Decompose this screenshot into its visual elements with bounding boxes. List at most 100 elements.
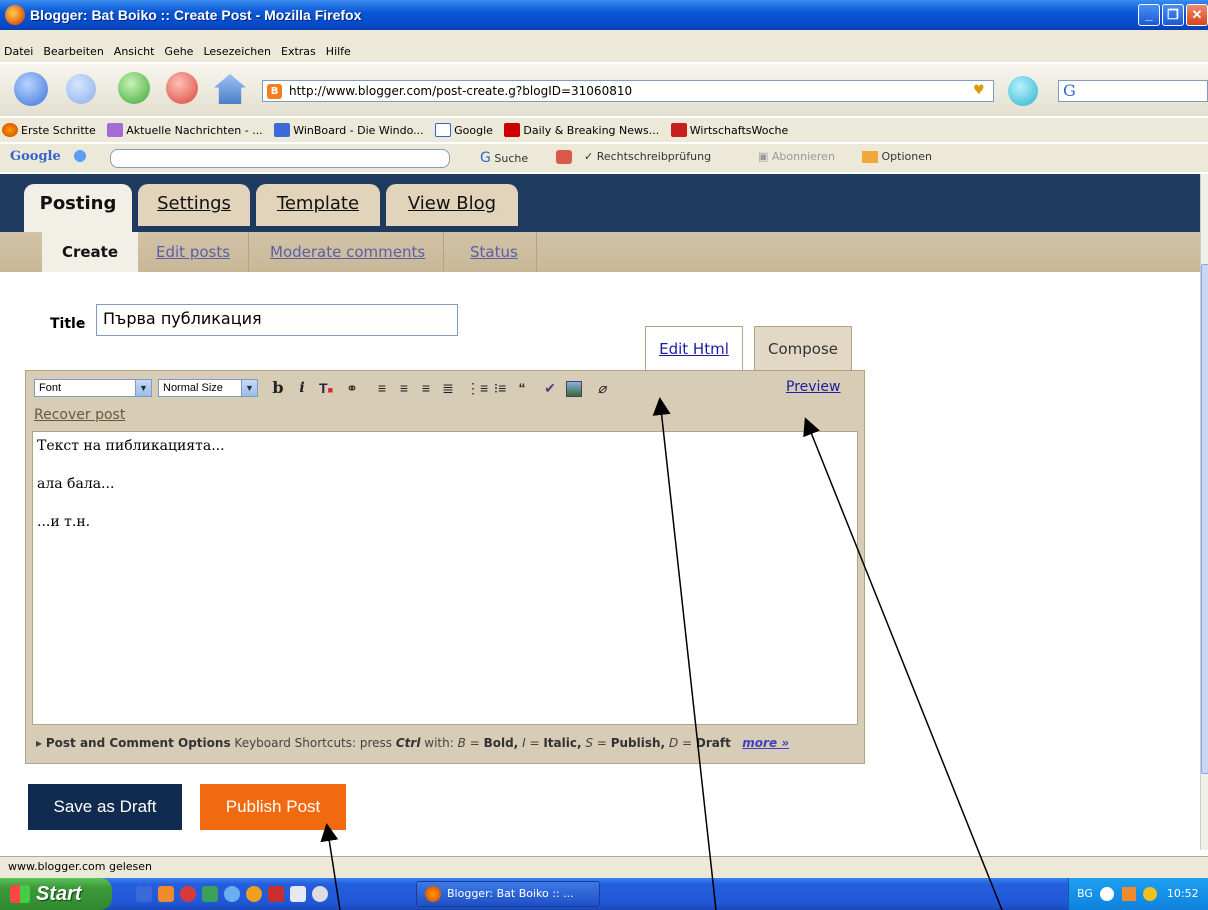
editor-toolbar: Font ▼ Normal Size ▼ b i T■ ⚭ ≡ ≡ ≡ ≣ ⋮≡ ⁝… [26, 371, 864, 411]
spellcheck-icon[interactable]: ✔ [540, 377, 560, 399]
save-draft-button[interactable]: Save as Draft [28, 784, 182, 830]
subtab-edit-posts[interactable]: Edit posts [138, 232, 250, 272]
google-g-icon: G [480, 150, 491, 166]
window-title: Blogger: Bat Boiko :: Create Post - Mozi… [30, 7, 362, 23]
start-button[interactable]: Start [0, 878, 112, 910]
blockquote-icon[interactable]: “ [512, 377, 532, 399]
publish-post-button[interactable]: Publish Post [200, 784, 346, 830]
bookmarks-toolbar: Erste Schritte Aktuelle Nachrichten - ..… [0, 118, 1208, 142]
quicklaunch-icon[interactable] [290, 886, 306, 902]
bookmark-item[interactable]: Erste Schritte [0, 118, 96, 142]
menu-lesezeichen[interactable]: Lesezeichen [203, 42, 271, 62]
tray-app-icon[interactable] [1121, 887, 1136, 901]
tray-app-icon[interactable] [1143, 887, 1158, 901]
quicklaunch-icon[interactable] [312, 886, 328, 902]
home-icon[interactable] [214, 74, 246, 104]
more-shortcuts-link[interactable]: more » [742, 736, 789, 750]
post-title-input[interactable]: Първа публикация [96, 304, 458, 336]
status-bar: www.blogger.com gelesen [0, 856, 1208, 878]
language-indicator[interactable]: BG [1077, 887, 1093, 900]
vertical-scrollbar[interactable] [1200, 174, 1208, 850]
blogger-tab-bar: Posting Settings Template View Blog [0, 174, 1200, 232]
go-button[interactable] [1008, 76, 1038, 106]
reload-button[interactable] [118, 72, 150, 104]
maximize-button[interactable]: ❐ [1162, 4, 1184, 26]
options-button[interactable]: Optionen [862, 150, 932, 163]
chevron-down-icon: ▼ [135, 380, 151, 396]
google-menu-icon[interactable] [74, 150, 86, 162]
subtab-moderate-comments[interactable]: Moderate comments [252, 232, 445, 272]
firefox-icon [425, 886, 441, 902]
bookmark-item[interactable]: Daily & Breaking News... [502, 118, 659, 142]
menu-extras[interactable]: Extras [281, 42, 316, 62]
google-search-button[interactable]: G Suche [480, 150, 528, 166]
tab-posting[interactable]: Posting [24, 184, 132, 232]
post-body-editor[interactable]: Текст на пибликацията... ала бала... ...… [32, 431, 858, 725]
tab-edit-html[interactable]: Edit Html [645, 326, 743, 370]
quicklaunch-icon[interactable] [268, 886, 284, 902]
preview-link[interactable]: Preview [786, 379, 841, 395]
minimize-button[interactable]: _ [1138, 4, 1160, 26]
bookmark-item[interactable]: WirtschaftsWoche [669, 118, 788, 142]
popup-blocker-icon[interactable] [556, 150, 572, 164]
tab-view-blog[interactable]: View Blog [386, 184, 518, 226]
posting-subtabs: Create Edit posts Moderate comments Stat… [0, 232, 1200, 272]
close-button[interactable]: ✕ [1186, 4, 1208, 26]
spellcheck-button[interactable]: ✓ Rechtschreibprüfung [584, 150, 711, 163]
quicklaunch-icon[interactable] [224, 886, 240, 902]
align-justify-icon[interactable]: ≣ [438, 377, 458, 399]
align-right-icon[interactable]: ≡ [416, 377, 436, 399]
url-field[interactable]: B http://www.blogger.com/post-create.g?b… [262, 80, 994, 102]
link-icon[interactable]: ⚭ [342, 377, 362, 399]
post-options-bar: ▸ Post and Comment Options Keyboard Shor… [36, 736, 790, 750]
tab-template[interactable]: Template [256, 184, 380, 226]
numbered-list-icon[interactable]: ⋮≡ [466, 377, 488, 399]
scrollbar-thumb[interactable] [1201, 264, 1208, 774]
menu-datei[interactable]: Datei [4, 42, 33, 62]
taskbar-window-firefox[interactable]: Blogger: Bat Boiko :: ... [416, 881, 600, 907]
menu-gehe[interactable]: Gehe [164, 42, 193, 62]
tab-compose[interactable]: Compose [754, 326, 852, 370]
add-image-icon[interactable] [566, 381, 582, 397]
rss-icon[interactable]: ♥ [973, 83, 989, 99]
expand-triangle-icon[interactable]: ▸ [36, 736, 42, 750]
google-logo[interactable]: Google [10, 149, 61, 164]
recover-post-link[interactable]: Recover post [34, 407, 125, 423]
bookmark-item[interactable]: Aktuelle Nachrichten - ... [105, 118, 263, 142]
chrome-spacer [0, 30, 1208, 42]
back-button[interactable] [14, 72, 48, 106]
bookmark-item[interactable]: Google [433, 118, 493, 142]
search-engine-box[interactable]: G [1058, 80, 1208, 102]
align-left-icon[interactable]: ≡ [372, 377, 392, 399]
menu-hilfe[interactable]: Hilfe [326, 42, 351, 62]
stop-button[interactable] [166, 72, 198, 104]
body-line: ала бала... [37, 476, 115, 492]
tab-settings[interactable]: Settings [138, 184, 250, 226]
menu-ansicht[interactable]: Ansicht [114, 42, 155, 62]
ie-icon[interactable] [136, 886, 152, 902]
forward-button[interactable] [66, 74, 96, 104]
quicklaunch-icon[interactable] [202, 886, 218, 902]
italic-button[interactable]: i [292, 377, 312, 399]
font-size-select[interactable]: Normal Size ▼ [158, 379, 258, 397]
text-color-button[interactable]: T■ [316, 377, 336, 399]
align-center-icon[interactable]: ≡ [394, 377, 414, 399]
quicklaunch-icon[interactable] [158, 886, 174, 902]
tray-expand-icon[interactable] [1100, 887, 1115, 901]
eraser-icon[interactable]: ⌀ [592, 377, 612, 399]
text-color-icon: ■ [327, 385, 333, 395]
bullet-list-icon[interactable]: ⁝≡ [490, 377, 510, 399]
font-select[interactable]: Font ▼ [34, 379, 152, 397]
skype-icon[interactable] [180, 886, 196, 902]
bookmark-item[interactable]: WinBoard - Die Windo... [272, 118, 424, 142]
subtab-create[interactable]: Create [42, 232, 138, 272]
menu-bearbeiten[interactable]: Bearbeiten [43, 42, 103, 62]
subscribe-button[interactable]: ▣ Abonnieren [758, 150, 835, 163]
subtab-status[interactable]: Status [452, 232, 537, 272]
google-search-input[interactable] [110, 149, 450, 168]
firefox-icon[interactable] [246, 886, 262, 902]
bold-button[interactable]: b [268, 377, 288, 399]
blogger-page: Posting Settings Template View Blog Crea… [0, 174, 1200, 850]
post-comment-options-toggle[interactable]: Post and Comment Options [46, 736, 231, 750]
title-label-colon: : [78, 316, 83, 332]
